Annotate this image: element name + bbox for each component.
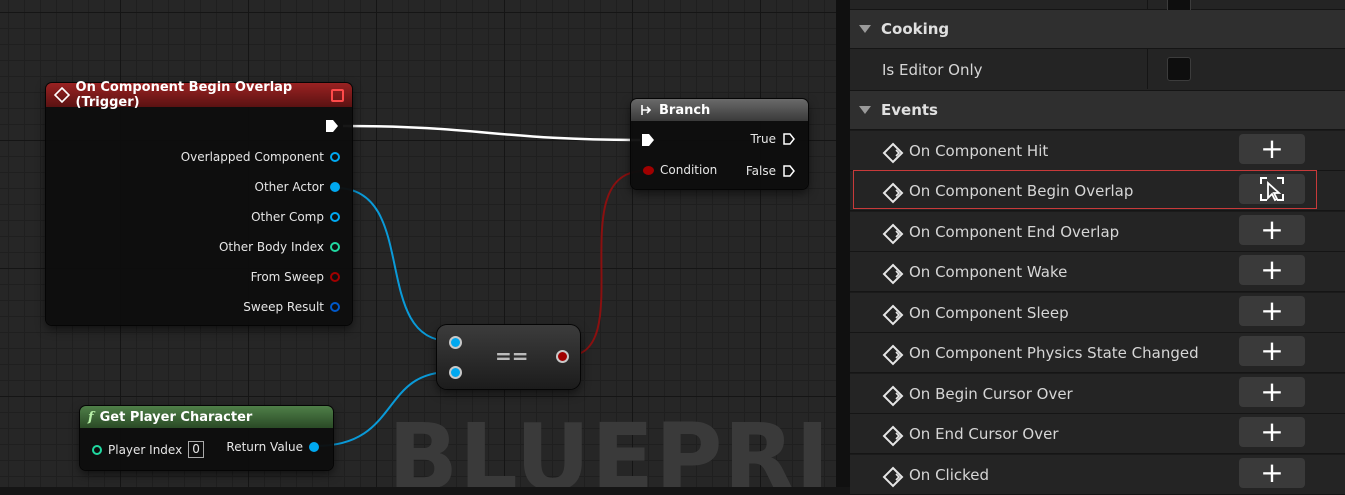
pin-other-comp[interactable]: Other Comp (251, 210, 340, 224)
exec-out-icon (783, 165, 795, 177)
object-pin-icon (330, 182, 340, 192)
equal-node[interactable]: == (437, 325, 580, 389)
event-diamond-icon (882, 344, 904, 365)
bool-pin-icon (643, 165, 654, 175)
bool-out-pin[interactable] (556, 350, 569, 363)
expand-arrow-icon (859, 25, 871, 33)
add-event-button[interactable]: + (1239, 336, 1305, 366)
pin-other-body-index[interactable]: Other Body Index (219, 240, 340, 254)
is-editor-only-checkbox[interactable] (1167, 57, 1191, 81)
event-row: On Component Wake + (850, 252, 1345, 292)
return-value-pin[interactable]: Return Value (226, 440, 319, 454)
event-diamond-icon (882, 223, 904, 244)
branch-icon (641, 105, 652, 115)
get-player-node-header: f Get Player Character (80, 406, 333, 428)
go-to-node-icon (1260, 177, 1284, 202)
graph-watermark: BLUEPRINT (388, 404, 836, 488)
event-row: On Component Sleep + (850, 293, 1345, 333)
event-row: On Component End Overlap + (850, 212, 1345, 252)
true-exec-pin[interactable]: True (751, 132, 797, 146)
event-diamond-icon (882, 182, 904, 203)
add-event-button[interactable]: + (1239, 134, 1305, 164)
overlap-event-node[interactable]: On Component Begin Overlap (Trigger) Ove… (46, 80, 352, 325)
panel-splitter[interactable] (836, 0, 850, 487)
add-event-button[interactable]: + (1239, 215, 1305, 245)
get-player-character-node[interactable]: f Get Player Character Player Index 0 Re… (80, 406, 333, 470)
struct-pin-icon (330, 302, 340, 312)
go-to-event-button[interactable] (1239, 174, 1305, 204)
category-cooking[interactable]: Cooking (850, 10, 1345, 49)
pin-sweep-result[interactable]: Sweep Result (243, 300, 340, 314)
overlap-node-header: On Component Begin Overlap (Trigger) (46, 80, 352, 110)
expand-arrow-icon (859, 106, 871, 114)
equal-operator-label: == (495, 344, 529, 368)
function-icon: f (88, 409, 94, 425)
int-pin-icon (330, 242, 340, 252)
property-row-is-editor-only: Is Editor Only (850, 49, 1345, 91)
event-diamond-icon (882, 142, 904, 163)
add-event-button[interactable]: + (1239, 417, 1305, 447)
event-row: On Component Physics State Changed + (850, 333, 1345, 373)
false-exec-pin[interactable]: False (746, 164, 796, 178)
event-diamond-icon (882, 263, 904, 284)
add-event-button[interactable]: + (1239, 458, 1305, 488)
player-index-pin[interactable]: Player Index 0 (92, 441, 204, 458)
exec-out-icon (783, 133, 795, 145)
add-event-button[interactable]: + (1239, 296, 1305, 326)
condition-pin[interactable]: Condition (643, 163, 717, 177)
overlap-node-title: On Component Begin Overlap (Trigger) (75, 80, 293, 110)
exec-in-pin[interactable] (640, 132, 656, 148)
pin-other-actor[interactable]: Other Actor (255, 180, 340, 194)
column-divider (1147, 0, 1148, 10)
pin-from-sweep[interactable]: From Sweep (251, 270, 340, 284)
event-row: On End Cursor Over + (850, 414, 1345, 454)
category-events[interactable]: Events (850, 91, 1345, 130)
event-diamond-icon (882, 304, 904, 325)
object-pin-icon (309, 442, 319, 452)
delegate-square-icon (331, 89, 344, 102)
player-index-input[interactable]: 0 (188, 441, 204, 458)
pin-overlapped-component[interactable]: Overlapped Component (181, 150, 340, 164)
object-pin-icon (330, 212, 340, 222)
int-pin-icon (92, 444, 102, 455)
object-pin-icon (330, 152, 340, 162)
is-editor-only-label: Is Editor Only (882, 60, 983, 79)
event-row: On Begin Cursor Over + (850, 374, 1345, 414)
add-event-button[interactable]: + (1239, 255, 1305, 285)
get-player-title: Get Player Character (99, 409, 253, 425)
column-divider (1147, 49, 1148, 89)
event-row: On Clicked + (850, 455, 1345, 495)
other-actor-wire (335, 187, 451, 342)
event-diamond-icon (882, 385, 904, 406)
bool-pin-icon (330, 272, 340, 282)
branch-node-header: Branch (631, 99, 808, 121)
event-diamond-icon (882, 425, 904, 446)
branch-node[interactable]: Branch True Condition False (631, 99, 808, 189)
branch-title: Branch (659, 102, 711, 118)
object-pin-a[interactable] (449, 336, 462, 349)
event-row: On Component Hit + (850, 131, 1345, 171)
event-row: On Component Begin Overlap (850, 171, 1345, 211)
blueprint-graph[interactable]: BLUEPRINT On Component Begin Overlap (Tr… (0, 0, 836, 487)
object-pin-b[interactable] (449, 366, 462, 379)
add-event-button[interactable]: + (1239, 377, 1305, 407)
exec-out-pin[interactable] (324, 118, 340, 134)
event-diamond-icon (54, 87, 70, 103)
exec-wire (342, 124, 641, 142)
details-panel: Cooking Is Editor Only Events On Compone… (850, 0, 1345, 495)
event-diamond-icon (882, 466, 904, 487)
property-row-partial (850, 0, 1345, 16)
condition-wire (566, 170, 645, 357)
